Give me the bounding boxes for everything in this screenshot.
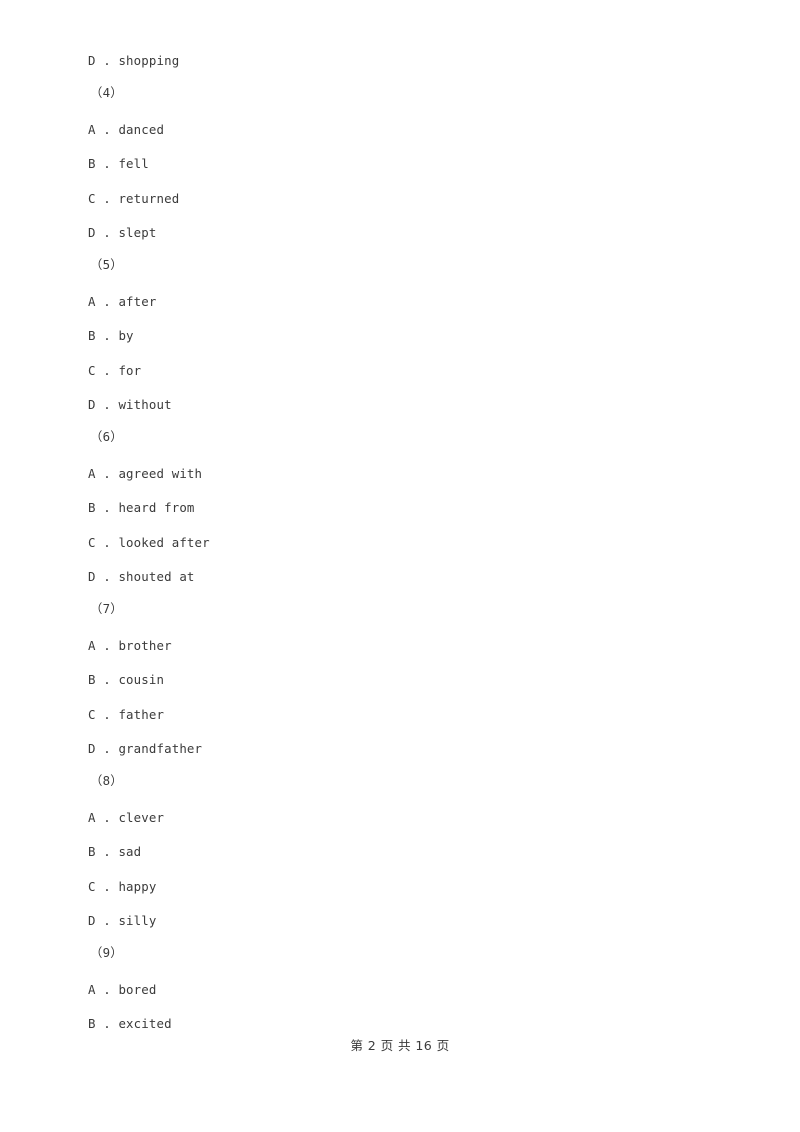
question-number: （8） bbox=[90, 773, 123, 788]
answer-option: B . fell bbox=[88, 156, 149, 171]
answer-option: D . shopping bbox=[88, 53, 180, 68]
answer-option: A . after bbox=[88, 294, 157, 309]
answer-option: C . happy bbox=[88, 879, 157, 894]
answer-option: B . by bbox=[88, 328, 134, 343]
question-number: （6） bbox=[90, 429, 123, 444]
answer-option: D . grandfather bbox=[88, 741, 203, 756]
answer-option: A . clever bbox=[88, 810, 165, 825]
answer-option: A . danced bbox=[88, 122, 165, 137]
answer-option: D . slept bbox=[88, 225, 157, 240]
question-number: （4） bbox=[90, 85, 123, 100]
answer-option: B . cousin bbox=[88, 672, 165, 687]
question-number: （7） bbox=[90, 601, 123, 616]
answer-option: B . heard from bbox=[88, 500, 195, 515]
answer-option: C . looked after bbox=[88, 535, 210, 550]
answer-option: A . brother bbox=[88, 638, 172, 653]
answer-option: B . excited bbox=[88, 1016, 172, 1031]
page-footer: 第 2 页 共 16 页 bbox=[350, 1038, 450, 1053]
answer-option: C . returned bbox=[88, 191, 180, 206]
answer-option: D . shouted at bbox=[88, 569, 195, 584]
answer-option: C . for bbox=[88, 363, 142, 378]
answer-option: D . silly bbox=[88, 913, 157, 928]
question-number: （5） bbox=[90, 257, 123, 272]
document-page: D . shopping （4） A . danced B . fell C . ret… bbox=[0, 0, 800, 1132]
answer-option: C . father bbox=[88, 707, 165, 722]
answer-option: D . without bbox=[88, 397, 172, 412]
question-number: （9） bbox=[90, 945, 123, 960]
answer-option: B . sad bbox=[88, 844, 142, 859]
answer-option: A . agreed with bbox=[88, 466, 203, 481]
answer-option: A . bored bbox=[88, 982, 157, 997]
